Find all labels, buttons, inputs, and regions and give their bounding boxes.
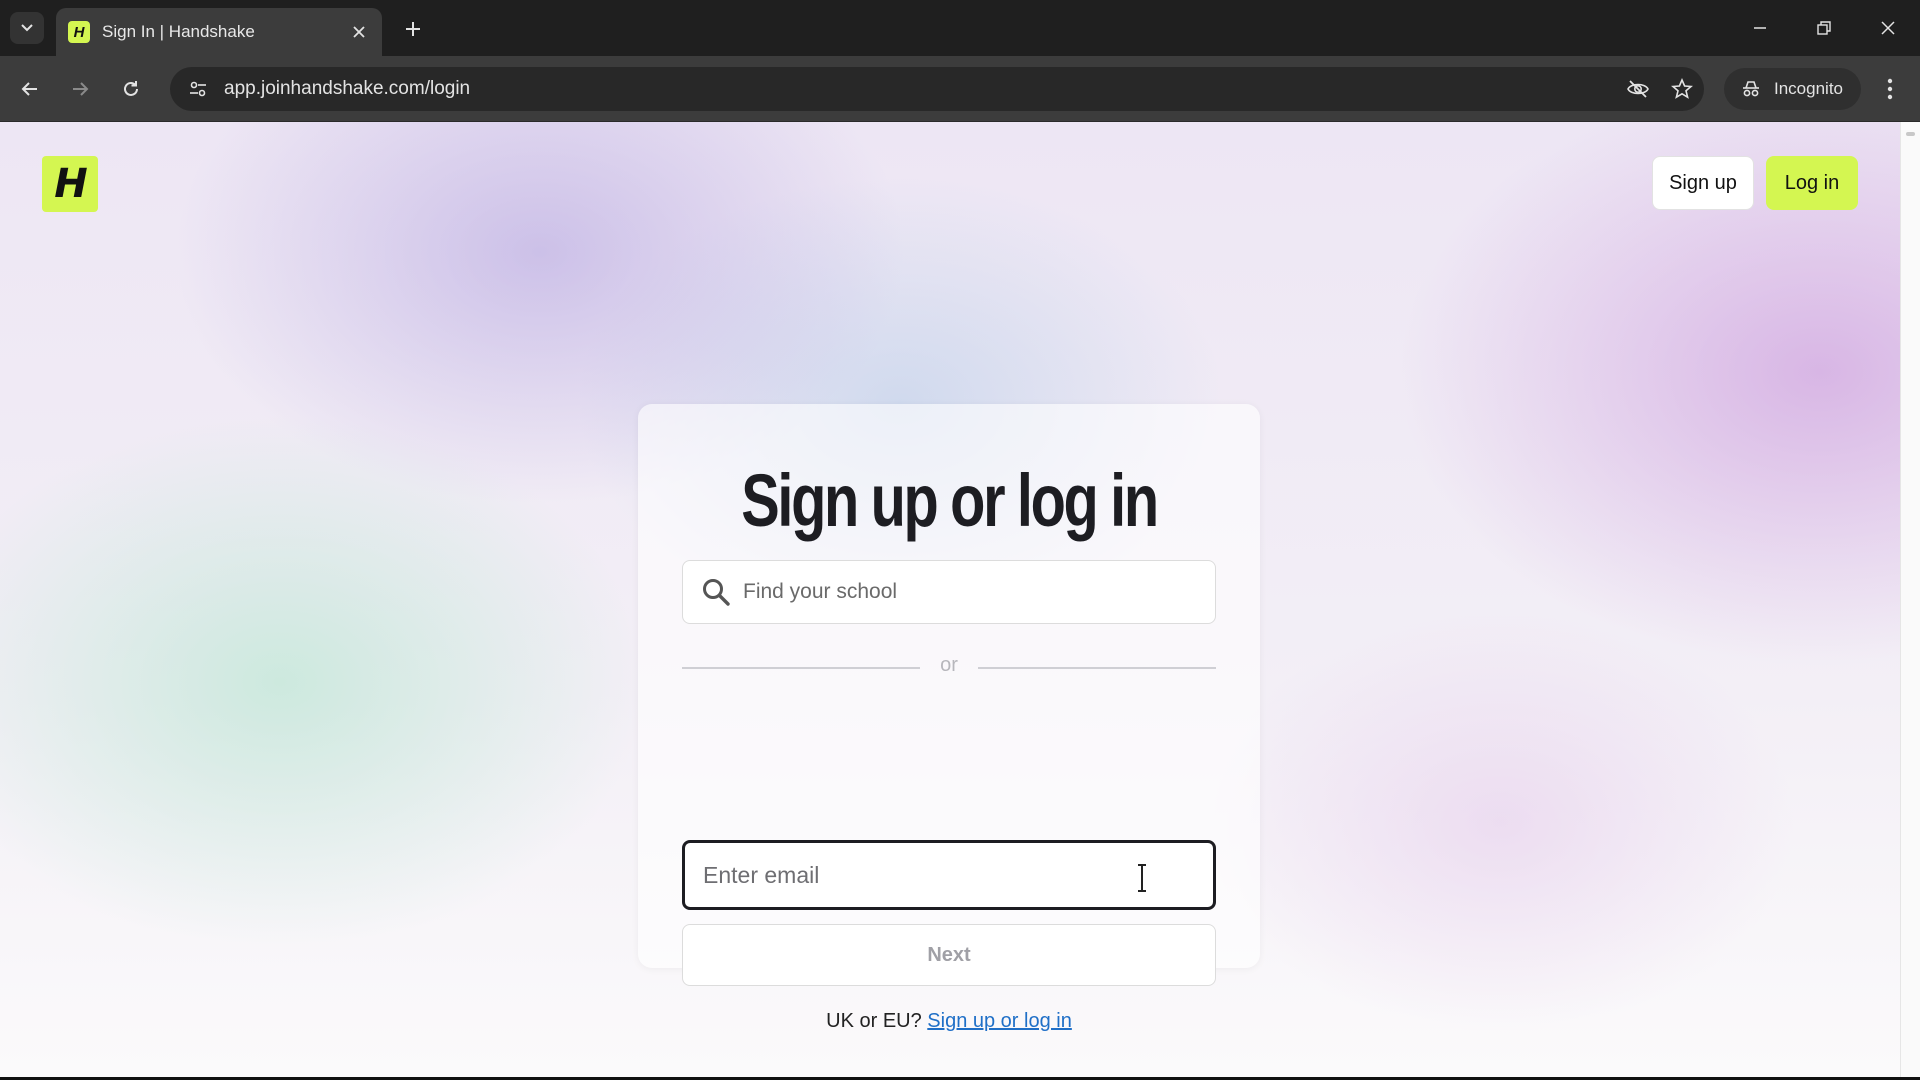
minimize-icon (1754, 27, 1766, 29)
text-cursor-icon (1138, 864, 1146, 892)
chevron-down-icon (21, 24, 33, 32)
handshake-logo[interactable]: H (42, 156, 98, 212)
tab-title: Sign In | Handshake (102, 22, 255, 41)
close-icon (353, 26, 365, 38)
page-content: H Sign up Log in Sign up or log in or Ne… (0, 122, 1900, 1077)
tracking-protection-button[interactable] (1616, 67, 1660, 111)
page-scrollbar[interactable] (1900, 122, 1920, 1077)
incognito-indicator[interactable]: Incognito (1724, 68, 1861, 110)
arrow-left-icon (21, 82, 37, 96)
tab-strip: H Sign In | Handshake (0, 0, 1920, 56)
star-icon (1671, 78, 1693, 99)
new-tab-button[interactable] (398, 14, 428, 44)
email-field[interactable] (682, 840, 1216, 910)
region-line: UK or EU? Sign up or log in (638, 1010, 1260, 1033)
logo-letter: H (54, 161, 88, 207)
incognito-label: Incognito (1774, 79, 1843, 98)
site-info-button[interactable] (176, 67, 220, 111)
login-form: Next UK or EU? Sign up or log in (638, 404, 1260, 1077)
eye-off-icon (1627, 80, 1649, 98)
next-button[interactable]: Next (682, 924, 1216, 986)
forward-button[interactable] (62, 71, 98, 107)
browser-tab[interactable]: H Sign In | Handshake (56, 8, 382, 56)
tune-icon (190, 81, 206, 97)
close-icon (1881, 21, 1895, 35)
reload-icon (124, 81, 138, 96)
reload-button[interactable] (113, 71, 149, 107)
region-prompt: UK or EU? (826, 1010, 922, 1032)
handshake-favicon-icon: H (68, 21, 90, 43)
email-input[interactable] (685, 843, 1213, 907)
incognito-icon (1736, 67, 1766, 111)
header-login-button[interactable]: Log in (1766, 156, 1858, 210)
back-button[interactable] (12, 71, 48, 107)
bookmark-button[interactable] (1660, 67, 1704, 111)
minimize-button[interactable] (1740, 10, 1780, 46)
browser-menu-button[interactable] (1872, 71, 1908, 107)
region-signup-link[interactable]: Sign up or log in (927, 1010, 1072, 1032)
restore-icon (1817, 21, 1831, 35)
header-signup-button[interactable]: Sign up (1652, 156, 1754, 210)
url-text[interactable]: app.joinhandshake.com/login (224, 78, 1616, 100)
tab-close-button[interactable] (348, 21, 370, 43)
tab-search-button[interactable] (10, 12, 44, 44)
arrow-right-icon (73, 82, 89, 96)
plus-icon (406, 22, 420, 36)
scrollbar-thumb[interactable] (1906, 132, 1915, 136)
browser-toolbar: app.joinhandshake.com/login Incognito (0, 56, 1920, 122)
close-window-button[interactable] (1868, 10, 1908, 46)
address-bar[interactable]: app.joinhandshake.com/login (170, 67, 1704, 111)
more-vertical-icon (1887, 78, 1893, 100)
restore-button[interactable] (1804, 10, 1844, 46)
